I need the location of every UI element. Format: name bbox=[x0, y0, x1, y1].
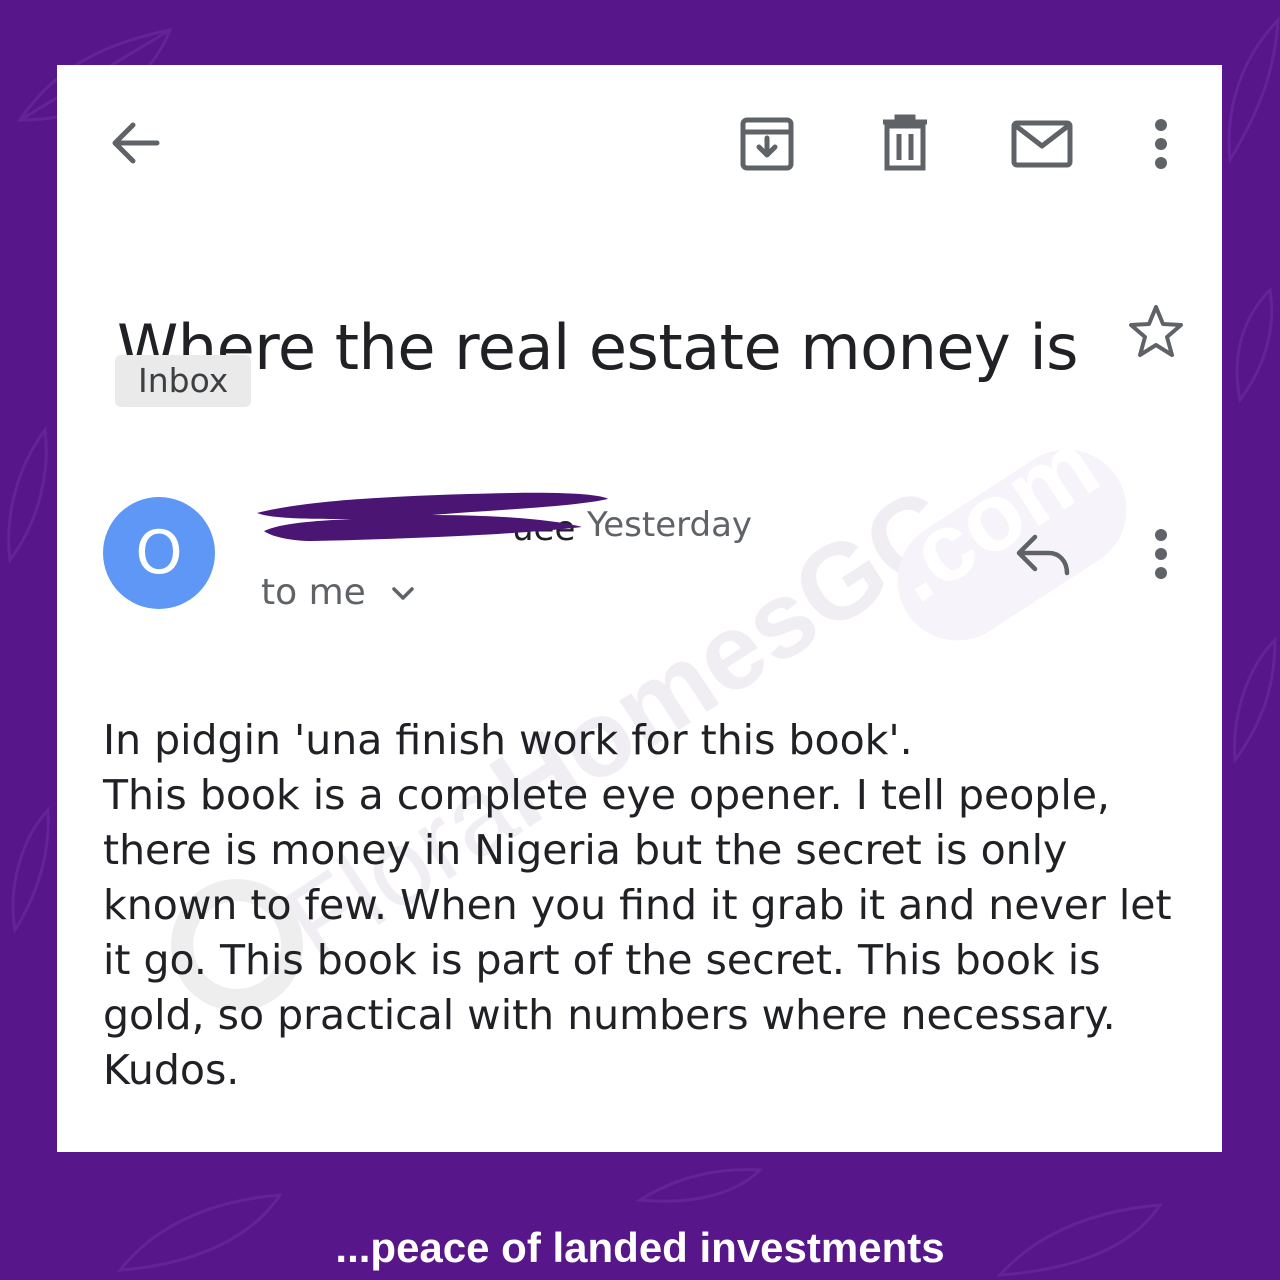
body-line: it go. This book is part of the secret. … bbox=[103, 936, 1101, 984]
brand-tagline: ...peace of landed investments bbox=[335, 1224, 945, 1271]
body-line: In pidgin 'una finish work for this book… bbox=[103, 716, 913, 764]
archive-icon[interactable] bbox=[739, 116, 795, 172]
email-card: FloraHomesGC .com Where the real estate … bbox=[57, 65, 1222, 1152]
sender-redaction-scribble bbox=[257, 492, 608, 541]
recipient-text: to me bbox=[261, 572, 366, 613]
recipient-details-toggle[interactable]: to me bbox=[261, 572, 415, 613]
reply-icon[interactable] bbox=[1015, 533, 1071, 577]
watermark-domain: .com bbox=[870, 411, 1116, 623]
email-body: In pidgin 'una finish work for this book… bbox=[103, 713, 1193, 1098]
arrow-left-icon[interactable] bbox=[107, 117, 163, 169]
chevron-down-icon[interactable] bbox=[391, 586, 415, 602]
body-line: there is money in Nigeria but the secret… bbox=[103, 826, 1068, 874]
body-line: known to few. When you find it grab it a… bbox=[103, 881, 1172, 929]
star-outline-icon[interactable] bbox=[1127, 303, 1185, 359]
email-subject: Where the real estate money is bbox=[117, 311, 1079, 384]
inbox-label-chip[interactable]: Inbox bbox=[115, 355, 252, 407]
sender-avatar[interactable]: O bbox=[103, 497, 215, 609]
message-more-vert-icon[interactable] bbox=[1151, 529, 1171, 579]
email-time: Yesterday bbox=[587, 505, 753, 545]
body-line: gold, so practical with numbers where ne… bbox=[103, 991, 1116, 1039]
trash-icon[interactable] bbox=[879, 114, 931, 172]
body-line: Kudos. bbox=[103, 1046, 240, 1094]
body-line: This book is a complete eye opener. I te… bbox=[103, 771, 1110, 819]
more-vert-icon[interactable] bbox=[1151, 119, 1171, 169]
envelope-icon[interactable] bbox=[1011, 120, 1073, 168]
